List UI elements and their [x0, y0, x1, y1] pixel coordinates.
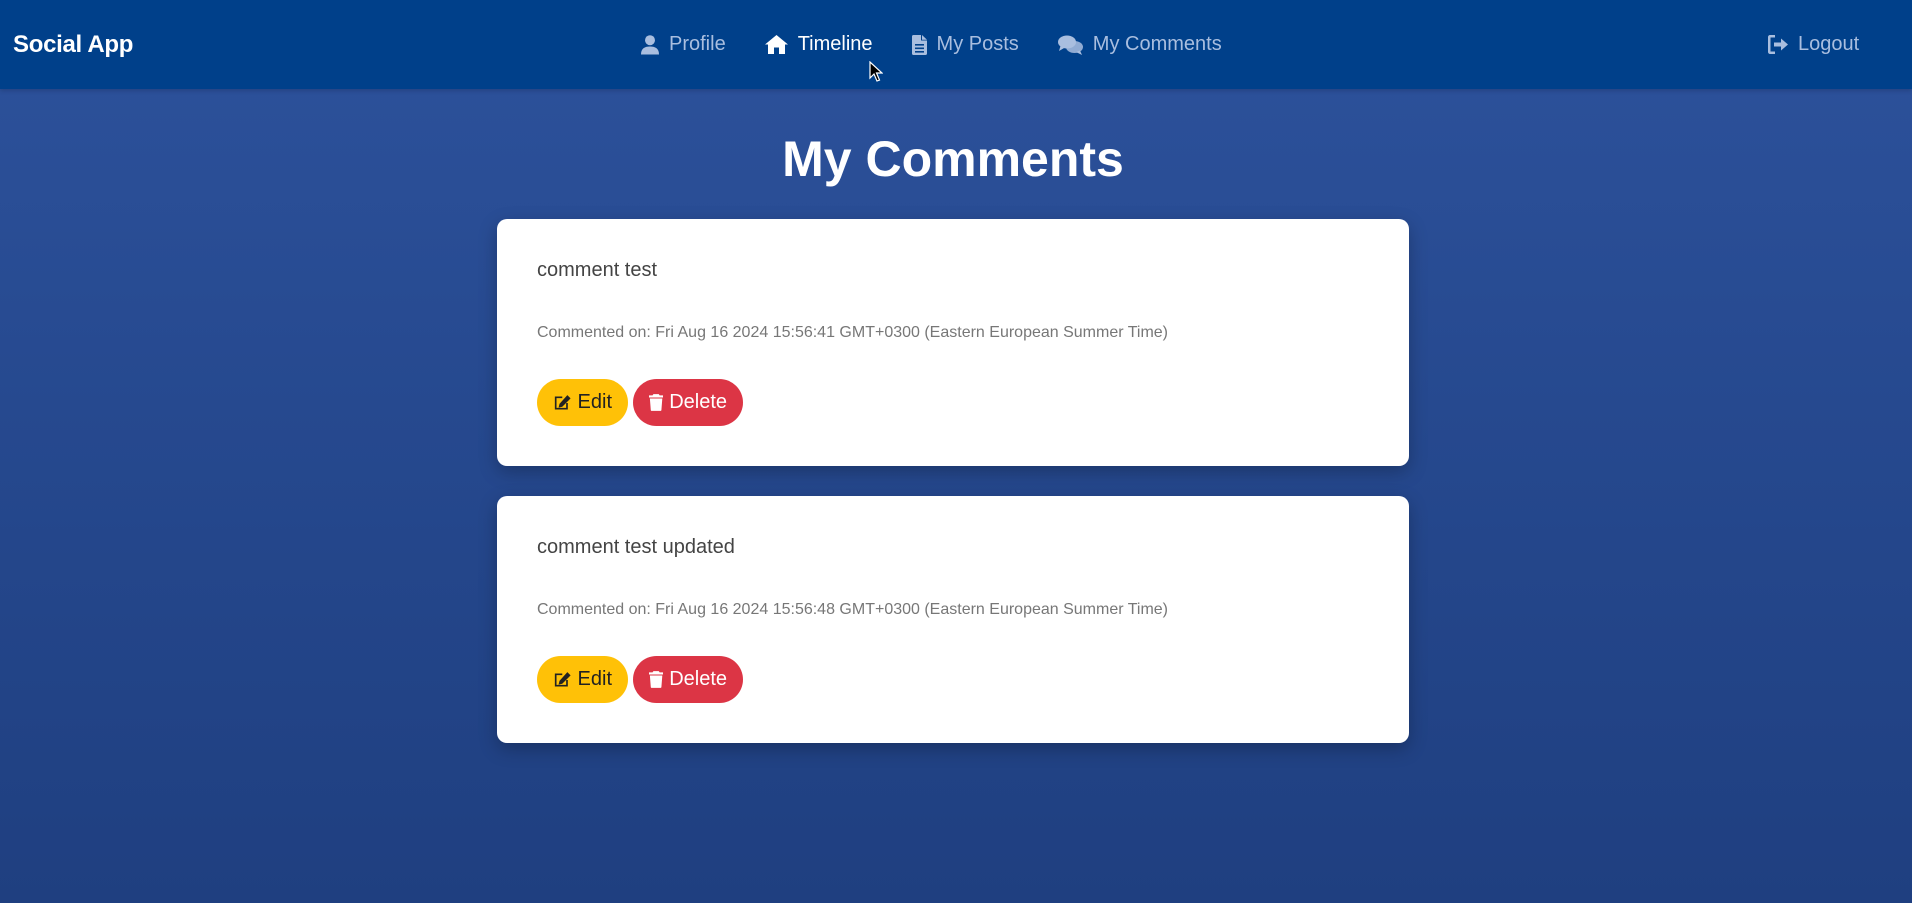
edit-button[interactable]: Edit: [537, 379, 628, 426]
delete-button[interactable]: Delete: [633, 656, 743, 703]
nav-link-label: Timeline: [797, 33, 873, 55]
comment-actions: Edit Delete: [537, 656, 743, 703]
edit-icon: [554, 394, 571, 409]
logout-icon: [1768, 35, 1788, 54]
nav-link-my-posts[interactable]: My Posts: [911, 33, 1019, 56]
mouse-cursor-icon: [869, 61, 883, 82]
comment-actions: Edit Delete: [537, 379, 743, 426]
trash-icon: [649, 671, 664, 688]
comment-timestamp: Commented on: Fri Aug 16 2024 15:56:48 G…: [537, 601, 1168, 618]
nav-link-my-comments[interactable]: My Comments: [1057, 33, 1222, 56]
file-icon: [911, 34, 927, 55]
user-icon: [641, 34, 659, 54]
comments-icon: [1057, 35, 1083, 55]
nav-link-label: My Comments: [1092, 33, 1222, 55]
nav-link-timeline[interactable]: Timeline: [764, 33, 873, 56]
nav-link-profile[interactable]: Profile: [641, 33, 726, 56]
edit-label: Edit: [577, 391, 612, 413]
nav-links: Profile Timeline My Posts My Comments: [641, 0, 1261, 89]
comment-card: comment test updated Commented on: Fri A…: [497, 496, 1409, 743]
brand-logo[interactable]: Social App: [13, 0, 133, 89]
comment-timestamp: Commented on: Fri Aug 16 2024 15:56:41 G…: [537, 324, 1168, 341]
edit-label: Edit: [577, 668, 612, 690]
trash-icon: [649, 394, 664, 411]
page-title: My Comments: [782, 131, 1124, 187]
comment-text: comment test updated: [537, 536, 735, 558]
nav-link-label: My Posts: [936, 33, 1019, 55]
logout-button[interactable]: Logout: [1768, 0, 1859, 89]
navbar: Social App Profile Timeline My Posts My …: [0, 0, 1912, 89]
comment-card: comment test Commented on: Fri Aug 16 20…: [497, 219, 1409, 466]
edit-icon: [554, 671, 571, 686]
comment-text: comment test: [537, 259, 658, 281]
home-icon: [764, 35, 788, 54]
logout-label: Logout: [1798, 33, 1860, 55]
delete-label: Delete: [669, 391, 727, 413]
edit-button[interactable]: Edit: [537, 656, 628, 703]
nav-link-label: Profile: [669, 33, 726, 55]
delete-button[interactable]: Delete: [633, 379, 743, 426]
delete-label: Delete: [669, 668, 727, 690]
